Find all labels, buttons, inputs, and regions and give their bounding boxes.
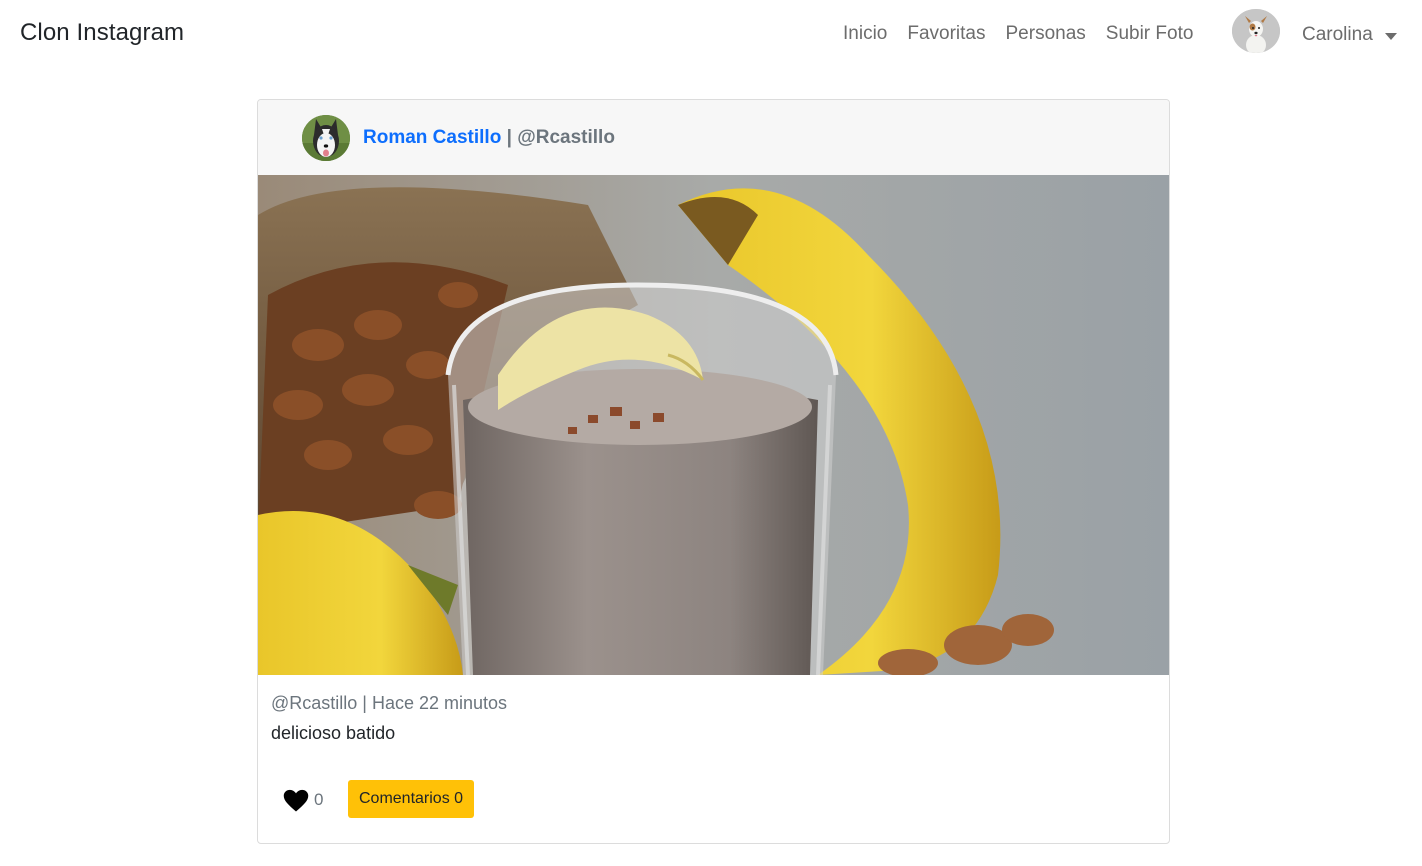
post-author: Roman Castillo | @Rcastillo — [363, 127, 615, 149]
author-avatar[interactable] — [302, 115, 350, 161]
user-name: Carolina — [1302, 24, 1373, 45]
nav-links: Inicio Favoritas Personas Subir Foto — [843, 23, 1213, 45]
smoothie-photo-image — [258, 175, 1169, 675]
author-separator: | — [506, 127, 512, 148]
navbar: Clon Instagram Inicio Favoritas Personas… — [0, 0, 1422, 70]
post-meta: @Rcastillo | Hace 22 minutos — [271, 693, 508, 713]
user-menu-dropdown[interactable]: Carolina — [1302, 24, 1397, 46]
like-count: 0 — [314, 790, 324, 809]
post-header: Roman Castillo | @Rcastillo — [258, 100, 1169, 176]
like-button[interactable] — [282, 787, 310, 815]
author-name-link[interactable]: Roman Castillo — [363, 127, 501, 148]
user-avatar[interactable] — [1232, 9, 1280, 53]
nav-link-inicio[interactable]: Inicio — [843, 23, 887, 45]
comments-button[interactable]: Comentarios 0 — [348, 780, 475, 818]
heart-icon — [283, 789, 309, 812]
nav-link-personas[interactable]: Personas — [1006, 23, 1086, 45]
nav-link-favoritas[interactable]: Favoritas — [907, 23, 985, 45]
post-card: Roman Castillo | @Rcastillo @Rcastillo |… — [257, 99, 1170, 844]
author-handle: @Rcastillo — [517, 127, 615, 148]
brand-logo[interactable]: Clon Instagram — [20, 19, 184, 47]
nav-link-subir-foto[interactable]: Subir Foto — [1106, 23, 1194, 45]
post-photo[interactable] — [258, 175, 1169, 675]
caret-down-icon — [1384, 32, 1397, 40]
dog-avatar-icon — [1232, 9, 1280, 53]
husky-avatar-icon — [302, 115, 350, 161]
post-caption: delicioso batido — [271, 723, 396, 743]
